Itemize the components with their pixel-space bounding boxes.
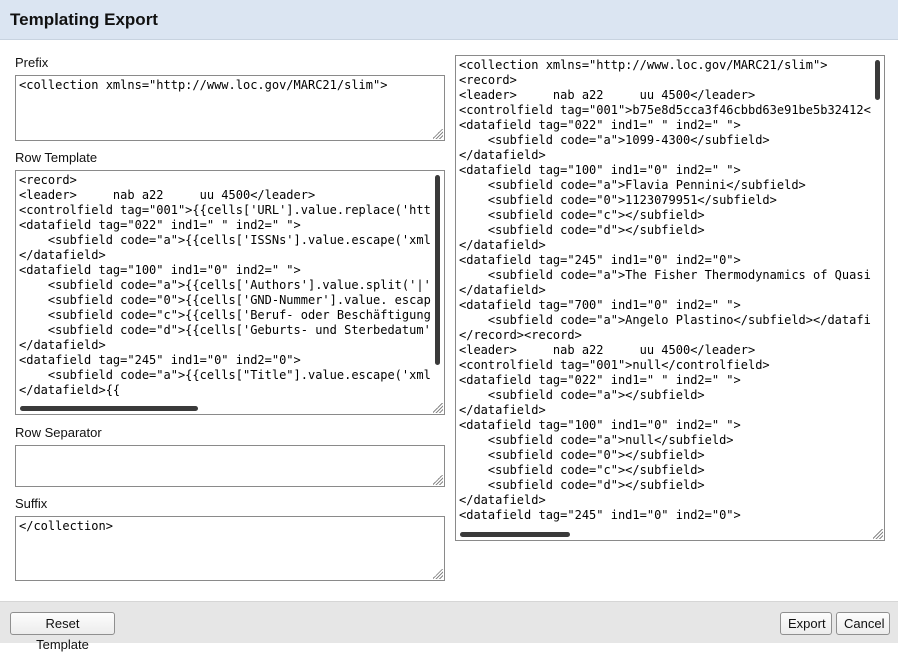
reset-template-button[interactable]: Reset Template: [10, 612, 115, 652]
resize-grip-icon[interactable]: [433, 475, 443, 485]
preview-horizontal-scrollbar[interactable]: [460, 532, 570, 537]
row-separator-label: Row Separator: [15, 425, 102, 440]
prefix-text: <collection xmlns="http://www.loc.gov/MA…: [19, 78, 388, 92]
suffix-textarea[interactable]: </collection>: [15, 516, 445, 581]
suffix-text: </collection>: [19, 519, 113, 533]
row-template-text: <record> <leader> nab a22 uu 4500</leade…: [19, 173, 431, 397]
dialog-footer: Reset Template Export Cancel: [0, 601, 898, 652]
preview-vertical-scrollbar[interactable]: [875, 60, 880, 100]
export-button[interactable]: Export: [780, 612, 832, 635]
resize-grip-icon[interactable]: [433, 569, 443, 579]
row-separator-text: [16, 446, 444, 450]
prefix-label: Prefix: [15, 55, 49, 70]
resize-grip-icon[interactable]: [873, 529, 883, 539]
dialog-title: Templating Export: [10, 10, 158, 29]
resize-grip-icon[interactable]: [433, 403, 443, 413]
row-separator-textarea[interactable]: [15, 445, 445, 487]
cancel-button[interactable]: Cancel: [836, 612, 890, 635]
row-template-textarea[interactable]: <record> <leader> nab a22 uu 4500</leade…: [15, 170, 445, 415]
export-preview-textarea[interactable]: <collection xmlns="http://www.loc.gov/MA…: [455, 55, 885, 541]
row-template-horizontal-scrollbar[interactable]: [20, 406, 198, 411]
resize-grip-icon[interactable]: [433, 129, 443, 139]
row-template-label: Row Template: [15, 150, 98, 165]
prefix-textarea[interactable]: <collection xmlns="http://www.loc.gov/MA…: [15, 75, 445, 141]
export-preview-text: <collection xmlns="http://www.loc.gov/MA…: [459, 58, 871, 522]
suffix-label: Suffix: [15, 496, 48, 511]
dialog-title-bar: Templating Export: [0, 0, 898, 40]
row-template-vertical-scrollbar[interactable]: [435, 175, 440, 365]
